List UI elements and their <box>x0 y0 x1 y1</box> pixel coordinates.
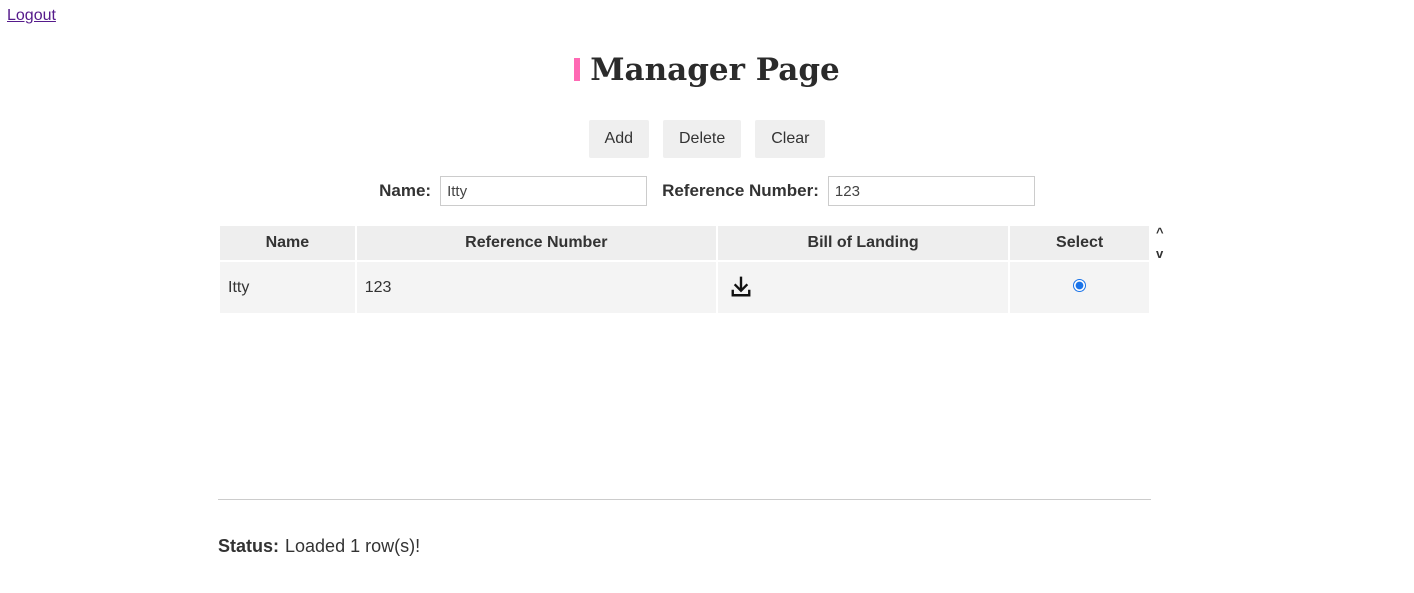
sort-down-button[interactable]: v <box>1156 247 1164 260</box>
cell-name: Itty <box>220 262 355 313</box>
cell-bill-of-landing <box>717 262 1009 313</box>
table-row[interactable]: Itty 123 <box>220 262 1149 313</box>
divider <box>218 499 1151 500</box>
add-button[interactable]: Add <box>588 120 649 158</box>
status-label: Status: <box>218 536 280 556</box>
column-header-bill-of-landing[interactable]: Bill of Landing <box>717 226 1009 260</box>
toolbar: Add Delete Clear <box>0 120 1414 158</box>
column-header-name[interactable]: Name <box>220 226 355 260</box>
sort-up-button[interactable]: ^ <box>1156 226 1164 239</box>
status-message: Loaded 1 row(s)! <box>285 536 421 556</box>
delete-button[interactable]: Delete <box>662 120 742 158</box>
table-header-row: Name Reference Number Bill of Landing Se… <box>220 226 1149 260</box>
name-label: Name: <box>379 181 432 200</box>
sort-controls: ^ v <box>1156 226 1164 268</box>
logout-link[interactable]: Logout <box>7 7 56 25</box>
page-title-text: Manager Page <box>590 52 840 88</box>
download-icon[interactable] <box>730 276 752 303</box>
title-accent-bar <box>574 58 581 81</box>
status-bar: Status: Loaded 1 row(s)! <box>218 536 420 557</box>
clear-button[interactable]: Clear <box>755 120 826 158</box>
column-header-select[interactable]: Select <box>1010 226 1149 260</box>
name-input[interactable] <box>440 176 648 206</box>
cell-select <box>1010 262 1149 313</box>
reference-number-input[interactable] <box>827 176 1035 206</box>
records-table: Name Reference Number Bill of Landing Se… <box>218 224 1151 315</box>
row-select-radio[interactable] <box>1073 278 1087 292</box>
reference-number-label: Reference Number: <box>662 181 819 200</box>
entry-form: Name: Reference Number: <box>0 176 1414 206</box>
page-title: Manager Page <box>0 50 1414 90</box>
column-header-reference-number[interactable]: Reference Number <box>356 226 716 260</box>
cell-reference-number: 123 <box>356 262 716 313</box>
